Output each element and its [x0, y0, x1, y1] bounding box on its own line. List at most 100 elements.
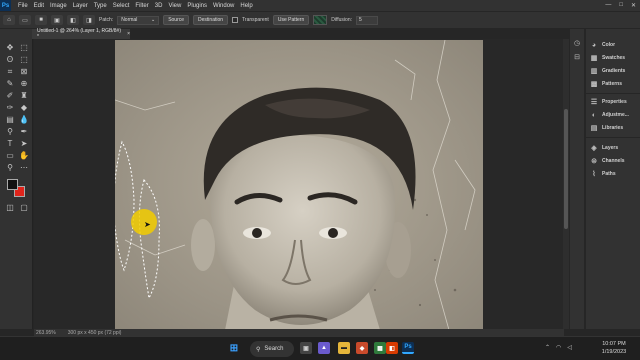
menu-3d[interactable]: 3D: [152, 3, 166, 9]
history-panel-icon[interactable]: ◷: [573, 39, 581, 47]
swatches-icon: ▦: [590, 55, 598, 62]
channels-panel-tab[interactable]: ⊜ Channels: [590, 156, 624, 166]
new-selection-icon[interactable]: ■: [35, 15, 47, 25]
pen-tool-icon[interactable]: ✒: [18, 126, 30, 137]
patterns-panel-tab[interactable]: ▩ Patterns: [590, 79, 622, 89]
zoom-tool-icon[interactable]: ⚲: [4, 162, 16, 173]
intersect-selection-icon[interactable]: ◨: [83, 15, 95, 25]
eyedropper-tool-icon[interactable]: ✎: [4, 78, 16, 89]
type-tool-icon[interactable]: T: [4, 138, 16, 149]
screen-mode-icon[interactable]: ▢: [18, 202, 30, 213]
destination-button[interactable]: Destination: [193, 15, 229, 25]
office-icon[interactable]: ◧: [386, 342, 398, 354]
pattern-picker[interactable]: [313, 15, 328, 25]
swatches-panel-tab[interactable]: ▦ Swatches: [590, 53, 625, 63]
menu-bar: Ps File Edit Image Layer Type Select Fil…: [0, 0, 640, 11]
dodge-tool-icon[interactable]: ⚲: [4, 126, 16, 137]
quick-mask-icon[interactable]: ◫: [4, 202, 16, 213]
panel-icon-strip: ◷ ⊟: [570, 29, 584, 329]
diffusion-input[interactable]: 5: [356, 15, 378, 25]
teams-icon[interactable]: ▲: [318, 342, 330, 354]
scrollbar-thumb[interactable]: [564, 109, 568, 229]
search-icon: ⚲: [256, 346, 261, 353]
rectangle-tool-icon[interactable]: ▭: [4, 150, 16, 161]
lasso-tool-icon[interactable]: ʘ: [4, 54, 16, 65]
home-icon[interactable]: ⌂: [3, 15, 15, 25]
paths-icon: ⌇: [592, 171, 596, 178]
hand-tool-icon[interactable]: ✋: [18, 150, 30, 161]
layers-panel-tab[interactable]: ◈ Layers: [590, 143, 618, 153]
crop-tool-icon[interactable]: ⌗: [4, 66, 16, 77]
menu-window[interactable]: Window: [210, 3, 237, 9]
patch-tool-icon[interactable]: ⊕: [18, 78, 30, 89]
foreground-color-swatch[interactable]: [7, 179, 18, 190]
transparent-label: Transparent: [242, 17, 269, 23]
tray-chevron-icon[interactable]: ⌃: [545, 344, 550, 351]
portrait-photo[interactable]: ➤: [115, 40, 483, 330]
file-explorer-icon[interactable]: ▬: [338, 342, 350, 354]
menu-help[interactable]: Help: [237, 3, 255, 9]
adjustments-panel-label: Adjustme...: [602, 112, 629, 118]
minimize-button[interactable]: —: [605, 2, 611, 9]
menu-view[interactable]: View: [165, 3, 184, 9]
move-tool-icon[interactable]: ✥: [4, 42, 16, 53]
brush-tool-icon[interactable]: ✐: [4, 90, 16, 101]
transparent-checkbox[interactable]: [232, 17, 239, 23]
properties-panel-tab[interactable]: ☰ Properties: [590, 97, 627, 107]
gradient-tool-icon[interactable]: ▤: [4, 114, 16, 125]
source-button[interactable]: Source: [163, 15, 190, 25]
history-brush-tool-icon[interactable]: ✑: [4, 102, 16, 113]
menu-file[interactable]: File: [15, 3, 31, 9]
adjustments-icon: ◐: [591, 111, 597, 119]
menu-image[interactable]: Image: [47, 3, 70, 9]
layers-panel-label: Layers: [602, 145, 619, 151]
gradients-panel-tab[interactable]: ▥ Gradients: [590, 66, 626, 76]
close-button[interactable]: ✕: [631, 2, 636, 9]
windows-taskbar: ⊞ ⚲ Search ▣ ▲ ▬ ◆ ▦ ◧ Ps ⌃ ◠ ◁ 10:07 PM…: [0, 336, 640, 360]
menu-edit[interactable]: Edit: [31, 3, 47, 9]
tab-close-icon[interactable]: ×: [127, 31, 130, 37]
libraries-panel-tab[interactable]: ▤ Libraries: [590, 123, 623, 133]
use-pattern-button[interactable]: Use Pattern: [272, 15, 310, 25]
eraser-tool-icon[interactable]: ◆: [18, 102, 30, 113]
store-icon[interactable]: ▦: [374, 342, 386, 354]
libraries-icon: ▤: [590, 125, 598, 132]
adjustments-panel-tab[interactable]: ◐ Adjustme...: [590, 110, 629, 120]
taskbar-search[interactable]: ⚲ Search: [250, 341, 294, 357]
vertical-scrollbar[interactable]: [563, 39, 569, 329]
panel-dock: ◕ Color ▦ Swatches ▥ Gradients ▩ Patterns ☰ P…: [585, 29, 640, 329]
volume-icon[interactable]: ◁: [567, 344, 572, 351]
add-selection-icon[interactable]: ▣: [51, 15, 63, 25]
tools-panel: ✥ ⬚ ʘ ⬚ ⌗ ⊠ ✎ ⊕ ✐ ♜ ✑ ◆ ▤ 💧 ⚲ ✒ T ➤ ▭ ✋ …: [0, 29, 33, 329]
taskbar-clock[interactable]: 10:07 PM 1/19/2023: [594, 340, 634, 356]
task-view-icon[interactable]: ▣: [300, 342, 312, 354]
subtract-selection-icon[interactable]: ◧: [67, 15, 79, 25]
menu-filter[interactable]: Filter: [132, 3, 151, 9]
wifi-icon[interactable]: ◠: [556, 344, 561, 351]
patch-mode-select[interactable]: Normal ⌄: [117, 15, 160, 25]
status-bar: 263.95% 300 px x 450 px (72 ppi): [34, 329, 564, 336]
marquee-tool-icon[interactable]: ⬚: [18, 42, 30, 53]
clone-stamp-tool-icon[interactable]: ♜: [18, 90, 30, 101]
document-tab[interactable]: Untitled-1 @ 264% (Layer 1, RGB/8#) * ×: [32, 28, 130, 40]
color-panel-tab[interactable]: ◕ Color: [590, 40, 615, 50]
path-selection-tool-icon[interactable]: ➤: [18, 138, 30, 149]
lasso-selection: [115, 140, 160, 300]
more-tools-icon[interactable]: ⋯: [18, 162, 30, 173]
menu-plugins[interactable]: Plugins: [184, 3, 210, 9]
windows-start-icon[interactable]: ⊞: [228, 342, 240, 354]
menu-layer[interactable]: Layer: [70, 3, 91, 9]
paths-panel-tab[interactable]: ⌇ Paths: [590, 169, 615, 179]
canvas-area[interactable]: ➤: [34, 39, 563, 330]
adjust-panel-icon[interactable]: ⊟: [573, 53, 581, 61]
menu-select[interactable]: Select: [110, 3, 133, 9]
patch-tool-preset-icon[interactable]: ▭: [19, 15, 31, 25]
maximize-button[interactable]: □: [619, 2, 623, 9]
blur-tool-icon[interactable]: 💧: [18, 114, 30, 125]
app-icon[interactable]: ◆: [356, 342, 368, 354]
object-selection-tool-icon[interactable]: ⬚: [18, 54, 30, 65]
frame-tool-icon[interactable]: ⊠: [18, 66, 30, 77]
menu-type[interactable]: Type: [91, 3, 110, 9]
photoshop-taskbar-icon[interactable]: Ps: [402, 342, 414, 354]
zoom-level[interactable]: 263.95%: [36, 330, 56, 336]
